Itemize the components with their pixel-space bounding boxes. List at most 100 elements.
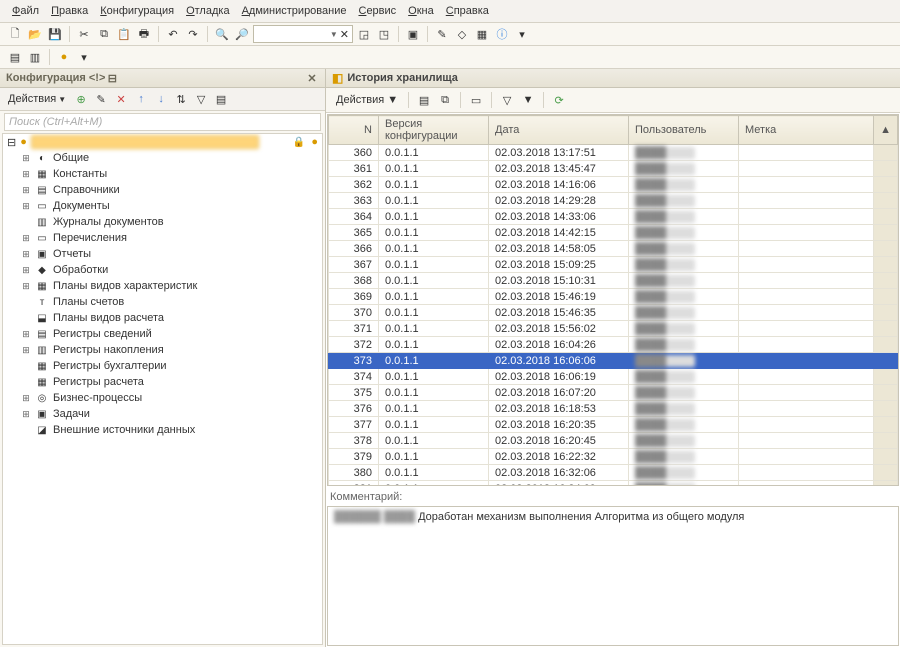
tree-item[interactable]: ⊞▭Документы xyxy=(3,198,322,214)
tree-item[interactable]: ⊞▦Регистры бухгалтерии xyxy=(3,358,322,374)
run-icon[interactable]: ● xyxy=(55,48,73,66)
menu-администрирование[interactable]: Администрирование xyxy=(238,3,351,19)
close-icon[interactable]: ✕ xyxy=(305,71,319,85)
tool3-icon[interactable]: ▣ xyxy=(404,25,422,43)
table-row[interactable]: 3660.0.1.102.03.2018 14:58:05████ xyxy=(329,241,898,257)
tree-item[interactable]: ⊞▣Задачи xyxy=(3,406,322,422)
dropdown-icon[interactable]: ▾ xyxy=(513,25,531,43)
cut-icon[interactable]: ✂ xyxy=(75,25,93,43)
table-row[interactable]: 3710.0.1.102.03.2018 15:56:02████ xyxy=(329,321,898,337)
table-row[interactable]: 3680.0.1.102.03.2018 15:10:31████ xyxy=(329,273,898,289)
expand-icon[interactable]: ⊞ xyxy=(21,345,31,356)
tree-item[interactable]: ⊞▤Регистры сведений xyxy=(3,326,322,342)
tool5-icon[interactable]: ◇ xyxy=(453,25,471,43)
tree-item[interactable]: ⊞▦Регистры расчета xyxy=(3,374,322,390)
delete-icon[interactable]: ✕ xyxy=(112,90,130,108)
table-row[interactable]: 3620.0.1.102.03.2018 14:16:06████ xyxy=(329,177,898,193)
tool4-icon[interactable]: ✎ xyxy=(433,25,451,43)
tree-item[interactable]: ⊞◐Общие xyxy=(3,150,322,166)
expand-icon[interactable]: ⊞ xyxy=(21,329,31,340)
menu-отладка[interactable]: Отладка xyxy=(182,3,234,19)
table-row[interactable]: 3690.0.1.102.03.2018 15:46:19████ xyxy=(329,289,898,305)
dropdown2-icon[interactable]: ▾ xyxy=(75,48,93,66)
table-row[interactable]: 3720.0.1.102.03.2018 16:04:26████ xyxy=(329,337,898,353)
tool2-icon[interactable]: ◳ xyxy=(375,25,393,43)
col-header[interactable]: Версия конфигурации xyxy=(379,116,489,145)
print-icon[interactable]: 🖶 xyxy=(135,25,153,43)
up-icon[interactable]: ↑ xyxy=(132,90,150,108)
edit-icon[interactable]: ✎ xyxy=(92,90,110,108)
expand-icon[interactable]: ⊞ xyxy=(21,265,31,276)
actions-menu[interactable]: Действия▼ xyxy=(4,92,70,106)
expand-icon[interactable]: ⊞ xyxy=(21,249,31,260)
expand-icon[interactable]: ⊞ xyxy=(21,153,31,164)
table-row[interactable]: 3770.0.1.102.03.2018 16:20:35████ xyxy=(329,417,898,433)
tree-root[interactable]: ⊟ ● ████████████████████████████ 🔒 ● xyxy=(3,134,322,150)
tree-item[interactable]: ⊞▣Отчеты xyxy=(3,246,322,262)
config2-icon[interactable]: ▥ xyxy=(26,48,44,66)
refresh-icon[interactable]: ⟳ xyxy=(550,91,568,109)
tree-item[interactable]: ⊞◆Обработки xyxy=(3,262,322,278)
expand-icon[interactable]: ⊟ xyxy=(7,136,16,149)
filter-icon[interactable]: ▽ xyxy=(192,90,210,108)
table-row[interactable]: 3750.0.1.102.03.2018 16:07:20████ xyxy=(329,385,898,401)
tree-item[interactable]: ⊞▥Регистры накопления xyxy=(3,342,322,358)
tool1-icon[interactable]: ◲ xyxy=(355,25,373,43)
table-row[interactable]: 3630.0.1.102.03.2018 14:29:28████ xyxy=(329,193,898,209)
label-icon[interactable]: ▭ xyxy=(467,91,485,109)
expand-icon[interactable]: ⊞ xyxy=(21,169,31,180)
save-icon[interactable]: 💾 xyxy=(46,25,64,43)
expand-icon[interactable]: ⊞ xyxy=(21,201,31,212)
filter2-icon[interactable]: ▽ xyxy=(498,91,516,109)
tree-item[interactable]: ⊞▤Справочники xyxy=(3,182,322,198)
menu-окна[interactable]: Окна xyxy=(404,3,438,19)
table-row[interactable]: 3790.0.1.102.03.2018 16:22:32████ xyxy=(329,449,898,465)
search-icon[interactable]: 🔍 xyxy=(213,25,231,43)
tree-item[interactable]: ⊞◪Внешние источники данных xyxy=(3,422,322,438)
col-header[interactable]: N xyxy=(329,116,379,145)
menu-файл[interactable]: Файл xyxy=(8,3,43,19)
table-row[interactable]: 3760.0.1.102.03.2018 16:18:53████ xyxy=(329,401,898,417)
table-row[interactable]: 3610.0.1.102.03.2018 13:45:47████ xyxy=(329,161,898,177)
filter3-icon[interactable]: ▼ xyxy=(519,91,537,109)
tree-item[interactable]: ⊞▦Константы xyxy=(3,166,322,182)
table-row[interactable]: 3730.0.1.102.03.2018 16:06:06████ xyxy=(329,353,898,369)
tree-item[interactable]: ⊞▥Журналы документов xyxy=(3,214,322,230)
table-row[interactable]: 3780.0.1.102.03.2018 16:20:45████ xyxy=(329,433,898,449)
undo-icon[interactable]: ↶ xyxy=(164,25,182,43)
find-icon[interactable]: 🔎 xyxy=(233,25,251,43)
comment-box[interactable]: ██████ ████ Доработан механизм выполнени… xyxy=(327,506,899,646)
redo-icon[interactable]: ↷ xyxy=(184,25,202,43)
table-row[interactable]: 3600.0.1.102.03.2018 13:17:51████ xyxy=(329,145,898,161)
down-icon[interactable]: ↓ xyxy=(152,90,170,108)
history-actions-menu[interactable]: Действия▼ xyxy=(332,93,402,107)
menu-справка[interactable]: Справка xyxy=(442,3,493,19)
config-icon[interactable]: ▤ xyxy=(6,48,24,66)
table-row[interactable]: 3640.0.1.102.03.2018 14:33:06████ xyxy=(329,209,898,225)
menu-конфигурация[interactable]: Конфигурация xyxy=(96,3,178,19)
table-row[interactable]: 3740.0.1.102.03.2018 16:06:19████ xyxy=(329,369,898,385)
menu-сервис[interactable]: Сервис xyxy=(354,3,400,19)
expand-icon[interactable]: ⊞ xyxy=(21,233,31,244)
tree-item[interactable]: ⊞тПланы счетов xyxy=(3,294,322,310)
new-icon[interactable]: 🗋 xyxy=(6,25,24,43)
expand-icon[interactable]: ⊞ xyxy=(21,281,31,292)
tree-item[interactable]: ⊞⬓Планы видов расчета xyxy=(3,310,322,326)
pin-icon[interactable]: ⊟ xyxy=(105,71,119,85)
tool6-icon[interactable]: ▦ xyxy=(473,25,491,43)
tree-search-input[interactable]: Поиск (Ctrl+Alt+M) xyxy=(4,113,321,131)
tree-item[interactable]: ⊞▭Перечисления xyxy=(3,230,322,246)
table-row[interactable]: 3800.0.1.102.03.2018 16:32:06████ xyxy=(329,465,898,481)
help-icon[interactable]: ⓘ xyxy=(493,25,511,43)
expand-icon[interactable]: ⊞ xyxy=(21,185,31,196)
copy-icon[interactable]: ⧉ xyxy=(95,25,113,43)
open-icon[interactable]: 📂 xyxy=(26,25,44,43)
expand-icon[interactable]: ⊞ xyxy=(21,393,31,404)
col-header[interactable]: Пользователь xyxy=(629,116,739,145)
add-icon[interactable]: ⊕ xyxy=(72,90,90,108)
col-header[interactable]: Метка xyxy=(739,116,874,145)
config-tree[interactable]: ⊟ ● ████████████████████████████ 🔒 ● ⊞◐О… xyxy=(2,133,323,645)
expand-icon[interactable]: ⊞ xyxy=(21,409,31,420)
search-combo[interactable]: ▼✕ xyxy=(253,25,353,43)
props-icon[interactable]: ▤ xyxy=(212,90,230,108)
